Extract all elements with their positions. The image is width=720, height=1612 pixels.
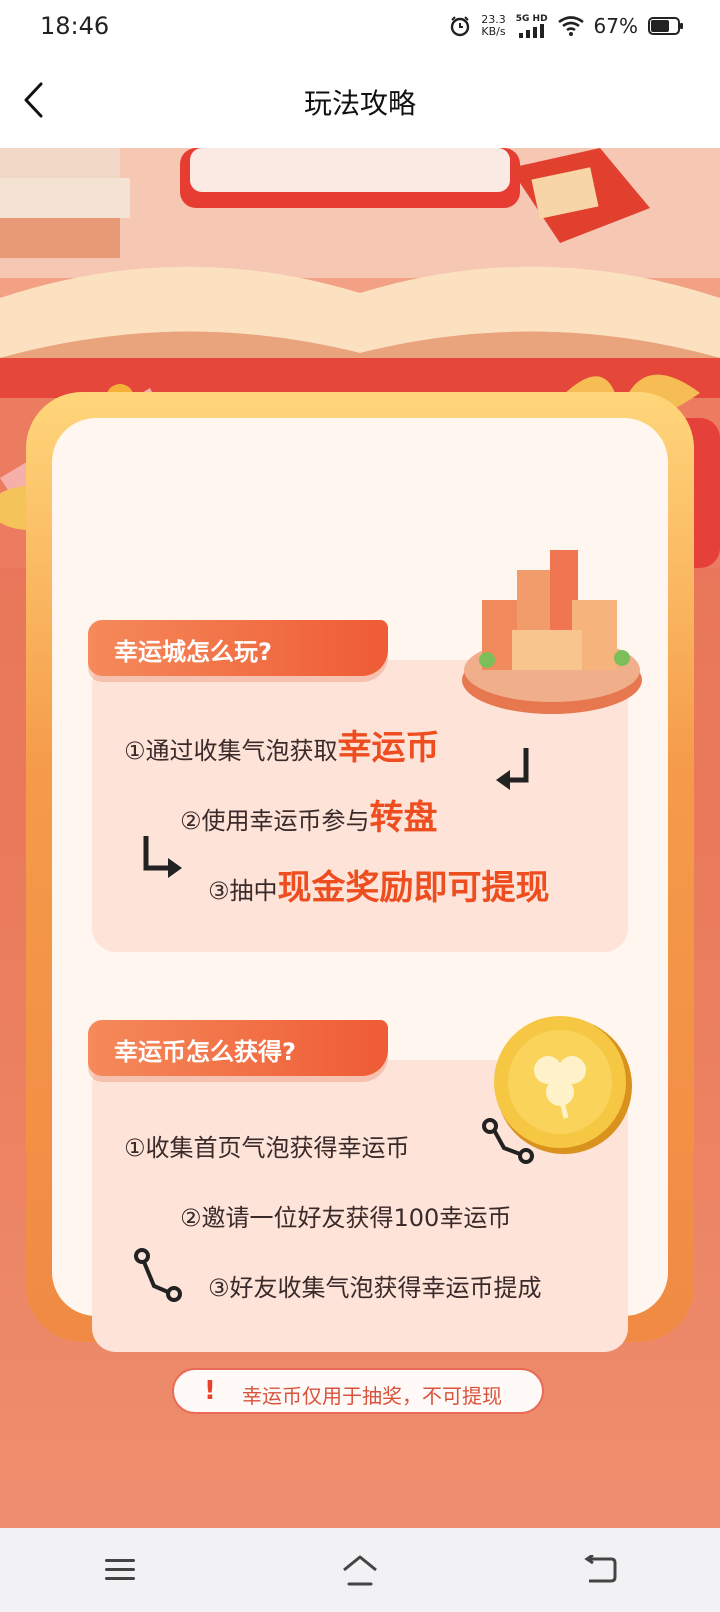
step-highlight: 转盘 [369, 798, 438, 838]
notice-banner: ! 幸运币仅用于抽奖，不可提现 [172, 1368, 544, 1414]
section1-step-3: ③抽中现金奖励即可提现 [208, 860, 550, 909]
home-button[interactable] [330, 1540, 390, 1600]
section1-step-2: ②使用幸运币参与转盘 [180, 790, 438, 839]
nav-bar: 玩法攻略 [0, 56, 720, 148]
net-speed-unit: KB/s [481, 25, 506, 38]
menu-button[interactable] [90, 1540, 150, 1600]
battery-percent: 67% [593, 14, 638, 38]
section2-step-2: ②邀请一位好友获得100幸运币 [180, 1204, 512, 1232]
system-nav-bar [0, 1528, 720, 1612]
step-text: ②使用幸运币参与 [180, 807, 370, 835]
alarm-icon [451, 16, 470, 37]
city-illustration [462, 550, 642, 714]
connector-icon [134, 1248, 182, 1302]
return-icon [584, 1555, 617, 1583]
connector-icon [482, 1118, 534, 1164]
battery-icon [648, 17, 683, 35]
net-speed: 23.3 KB/s [481, 14, 506, 38]
section2-heading: 幸运币怎么获得? [88, 1020, 388, 1076]
status-icons: 23.3 KB/s 5G HD 67% [449, 14, 684, 38]
section1-step-1: ①通过收集气泡获取幸运币 [124, 720, 440, 769]
signal-icon [518, 24, 544, 38]
arrow-down-left-icon [496, 748, 529, 790]
network-type: 5G HD [515, 14, 548, 24]
status-time: 18:46 [40, 12, 110, 40]
step-highlight: 幸运币 [337, 728, 440, 768]
cellular-block: 5G HD [516, 14, 548, 38]
app-root: 18:46 23.3 KB/s 5G HD 67% 玩法攻略 幸运城怎么玩? ①… [0, 0, 720, 1612]
menu-icon [105, 1559, 135, 1580]
section1-heading: 幸运城怎么玩? [88, 620, 388, 676]
page-title: 玩法攻略 [303, 87, 416, 120]
home-icon [343, 1555, 377, 1586]
status-bar: 18:46 23.3 KB/s 5G HD 67% [0, 0, 720, 56]
section2-step-3: ③好友收集气泡获得幸运币提成 [208, 1274, 542, 1302]
return-button[interactable] [570, 1540, 630, 1600]
step-text: ①通过收集气泡获取 [124, 737, 338, 765]
arrow-down-right-icon [143, 836, 182, 878]
step-highlight: 现金奖励即可提现 [277, 868, 550, 908]
section2-step-1: ①收集首页气泡获得幸运币 [124, 1134, 410, 1162]
step-text: ③抽中 [208, 877, 278, 905]
notice-text: 幸运币仅用于抽奖，不可提现 [242, 1384, 502, 1408]
warning-icon: ! [204, 1376, 216, 1406]
wifi-icon [557, 16, 584, 36]
